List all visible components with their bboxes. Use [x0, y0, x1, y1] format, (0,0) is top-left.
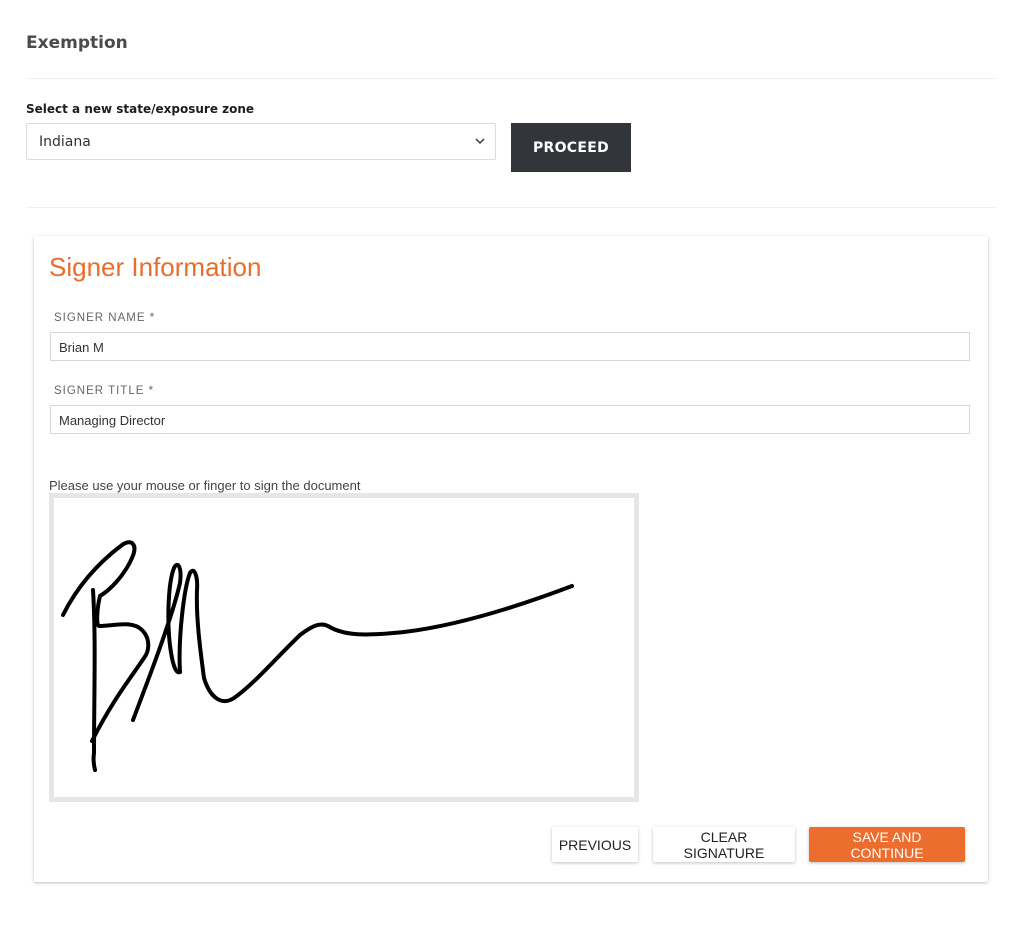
- signer-info-title: Signer Information: [49, 252, 262, 282]
- signer-info-card: Signer Information SIGNER NAME * Brian M…: [34, 236, 988, 882]
- zone-select-label: Select a new state/exposure zone: [26, 102, 255, 116]
- signer-name-field[interactable]: Brian M: [50, 332, 970, 361]
- signer-title-value: Managing Director: [59, 413, 166, 428]
- signer-name-value: Brian M: [59, 340, 104, 355]
- section-divider: [26, 207, 996, 208]
- state-zone-select-value: Indiana: [39, 134, 91, 150]
- signer-title-label: SIGNER TITLE *: [54, 385, 155, 397]
- chevron-down-icon: [473, 134, 487, 153]
- clear-signature-button[interactable]: CLEAR SIGNATURE: [653, 827, 795, 862]
- signer-title-field[interactable]: Managing Director: [50, 405, 970, 434]
- previous-button[interactable]: PREVIOUS: [552, 827, 638, 862]
- signature-instructions: Please use your mouse or finger to sign …: [49, 478, 361, 493]
- state-zone-select[interactable]: Indiana: [26, 123, 496, 160]
- header-divider: [26, 78, 996, 79]
- save-and-continue-button[interactable]: SAVE AND CONTINUE: [809, 827, 965, 862]
- proceed-button[interactable]: PROCEED: [511, 123, 631, 172]
- signer-name-label: SIGNER NAME *: [54, 312, 156, 324]
- signature-pad[interactable]: [49, 493, 639, 802]
- signature-drawing: [61, 540, 574, 772]
- page-title: Exemption: [26, 33, 128, 53]
